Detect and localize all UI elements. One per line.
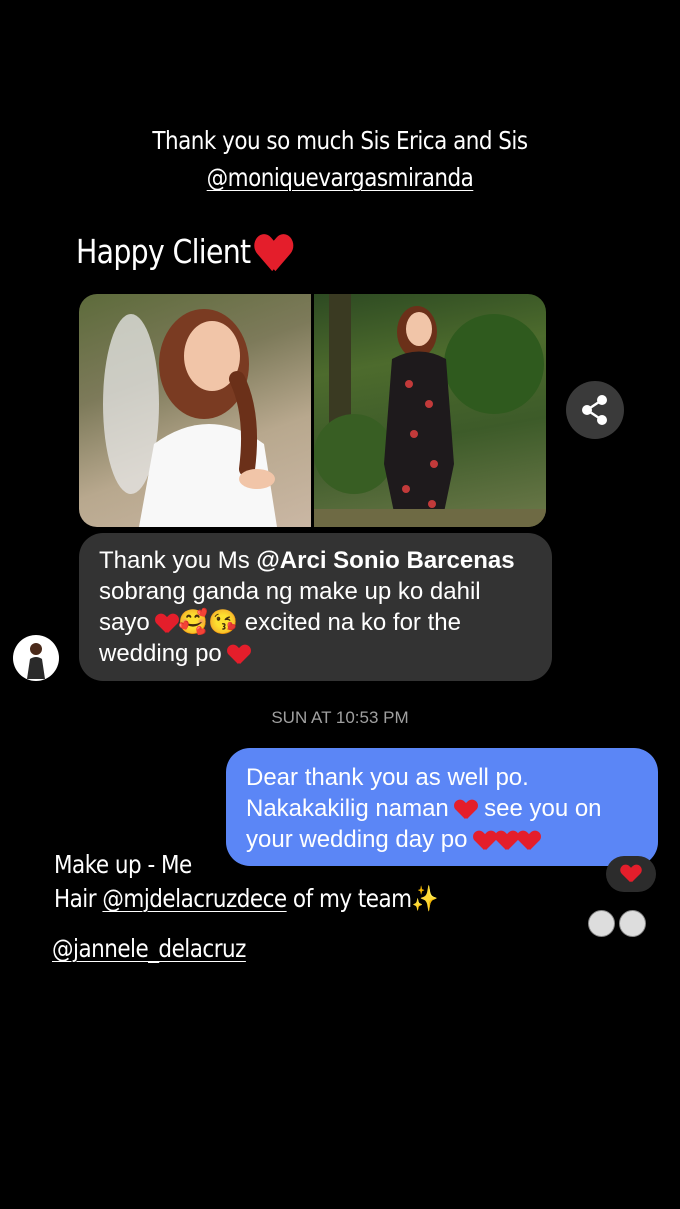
heading-text: Happy Client bbox=[76, 232, 251, 271]
tag-mention[interactable]: @jannele_delacruz bbox=[52, 934, 246, 963]
incoming-message[interactable]: Thank you Ms @Arci Sonio Barcenas sobran… bbox=[79, 533, 552, 681]
message-timestamp: SUN AT 10:53 PM bbox=[271, 708, 409, 727]
share-button[interactable] bbox=[566, 381, 624, 439]
sparkle-icon: ✨ bbox=[411, 884, 439, 913]
message-reaction[interactable] bbox=[606, 856, 656, 892]
credits-line: Make up - Me bbox=[54, 850, 192, 879]
avatar bbox=[619, 910, 646, 937]
credits-text: Hair bbox=[54, 884, 103, 913]
heart-icon bbox=[474, 831, 496, 851]
heart-icon bbox=[518, 831, 540, 851]
story-credits: Make up - Me Hair @mjdelacruzdece of my … bbox=[54, 848, 438, 916]
credits-text: of my team bbox=[286, 884, 412, 913]
heart-icon bbox=[156, 614, 178, 634]
photo-floral-dress[interactable] bbox=[314, 294, 546, 527]
heart-icon bbox=[455, 800, 477, 820]
share-icon bbox=[582, 395, 607, 425]
seen-avatars bbox=[588, 910, 646, 937]
heart-icon bbox=[256, 235, 292, 273]
story-caption: Thank you so much Sis Erica and Sis @mon… bbox=[48, 122, 633, 196]
shared-photos[interactable] bbox=[79, 294, 546, 527]
heart-icon bbox=[496, 831, 518, 851]
message-mention[interactable]: @Arci Sonio Barcenas bbox=[256, 547, 514, 574]
photo-white-dress[interactable] bbox=[79, 294, 311, 527]
caption-line: Thank you so much Sis Erica and Sis bbox=[152, 126, 528, 155]
heart-icon bbox=[621, 865, 641, 883]
avatar bbox=[588, 910, 615, 937]
happy-client-heading: Happy Client bbox=[76, 232, 290, 271]
avatar[interactable] bbox=[13, 635, 59, 681]
emoji: 🥰😘 bbox=[178, 609, 239, 636]
heart-icon bbox=[228, 645, 250, 665]
caption-mention[interactable]: @moniquevargasmiranda bbox=[207, 163, 474, 192]
credits-mention[interactable]: @mjdelacruzdece bbox=[102, 884, 287, 913]
story-tag[interactable]: @jannele_delacruz bbox=[52, 934, 246, 963]
message-text: Thank you Ms bbox=[99, 547, 257, 574]
